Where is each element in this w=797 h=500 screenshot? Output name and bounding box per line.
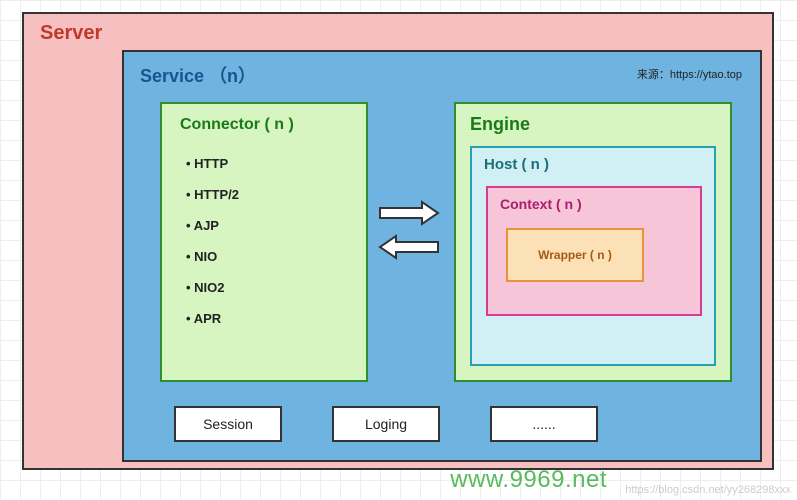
faded-url-text: https://blog.csdn.net/yy268298xxx [625, 484, 791, 496]
protocol-item: APR [180, 303, 348, 334]
engine-title: Engine [470, 114, 716, 135]
protocol-item: HTTP/2 [180, 179, 348, 210]
arrow-left-icon [378, 234, 440, 260]
service-container: Service （n） 来源：https://ytao.top Connecto… [122, 50, 762, 462]
more-box: ...... [490, 406, 598, 442]
protocol-item: AJP [180, 210, 348, 241]
engine-container: Engine Host ( n ) Context ( n ) Wrapper … [454, 102, 732, 382]
arrow-right-icon [378, 200, 440, 226]
host-title: Host ( n ) [484, 156, 702, 173]
session-box: Session [174, 406, 282, 442]
bottom-row: Session Loging ...... [174, 406, 598, 442]
wrapper-title: Wrapper ( n ) [538, 248, 612, 262]
source-label: 来源：https://ytao.top [637, 66, 742, 82]
connector-protocol-list: HTTP HTTP/2 AJP NIO NIO2 APR [180, 148, 348, 334]
connector-title: Connector ( n ) [180, 116, 348, 134]
watermark-text: www.9969.net [450, 466, 607, 494]
loging-box: Loging [332, 406, 440, 442]
server-title: Server [40, 22, 756, 45]
protocol-item: HTTP [180, 148, 348, 179]
host-container: Host ( n ) Context ( n ) Wrapper ( n ) [470, 146, 716, 366]
protocol-item: NIO [180, 241, 348, 272]
context-container: Context ( n ) Wrapper ( n ) [486, 186, 702, 316]
wrapper-container: Wrapper ( n ) [506, 228, 644, 282]
protocol-item: NIO2 [180, 272, 348, 303]
context-title: Context ( n ) [500, 196, 688, 212]
bidirectional-arrows [378, 192, 440, 268]
connector-container: Connector ( n ) HTTP HTTP/2 AJP NIO NIO2… [160, 102, 368, 382]
